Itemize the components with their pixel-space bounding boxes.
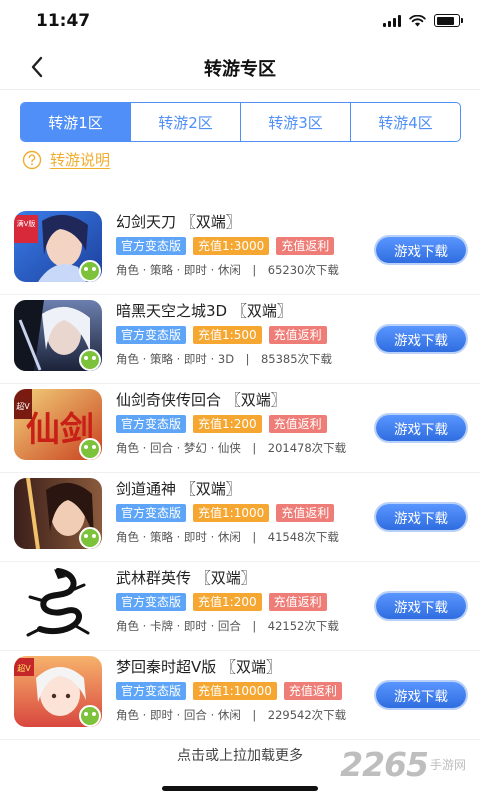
tab-zone-1[interactable]: 转游1区 [21,103,130,141]
tag-recharge-ratio: 充值1:200 [193,415,262,433]
game-icon: 超V [14,656,102,727]
game-name: 幻剑天刀 〖双端〗 [116,213,241,231]
game-item[interactable]: 超V 梦回秦时超V版 〖双端〗 官方变态版 充值1:10000 充值返利 角色 … [0,651,480,740]
game-meta: 角色 · 策略 · 即时 · 休闲 | 65230次下载 [116,263,339,277]
game-meta: 角色 · 即时 · 回合 · 休闲 | 229542次下载 [116,708,347,722]
tag-rebate: 充值返利 [283,682,342,700]
tag-rebate: 充值返利 [276,504,335,522]
game-item[interactable]: 武林群英传 〖双端〗 官方变态版 充值1:200 充值返利 角色 · 卡牌 · … [0,562,480,651]
tag-version: 官方变态版 [116,237,187,255]
nav-bar: 转游专区 [0,44,480,90]
transfer-help-link[interactable]: 转游说明 [22,149,110,170]
game-tags: 官方变态版 充值1:200 充值返利 [116,415,327,433]
tag-recharge-ratio: 充值1:10000 [193,682,277,700]
game-icon [14,300,102,371]
tag-recharge-ratio: 充值1:200 [193,593,262,611]
download-button[interactable]: 游戏下载 [376,237,466,263]
icon-badge-text: 超V [17,663,31,673]
icon-badge-text: 满V版 [17,219,36,228]
tag-rebate: 充值返利 [268,415,327,433]
game-icon [14,478,102,549]
tab-zone-2[interactable]: 转游2区 [130,103,240,141]
game-name: 武林群英传 〖双端〗 [116,569,256,587]
wifi-icon [409,14,426,26]
tag-recharge-ratio: 充值1:3000 [193,237,270,255]
game-tags: 官方变态版 充值1:10000 充值返利 [116,682,342,700]
download-button[interactable]: 游戏下载 [376,593,466,619]
game-name: 剑道通神 〖双端〗 [116,480,241,498]
download-button[interactable]: 游戏下载 [376,682,466,708]
battery-icon [434,14,463,27]
site-watermark: 2265 手游网 [340,745,466,784]
game-tags: 官方变态版 充值1:3000 充值返利 [116,237,335,255]
game-tags: 官方变态版 充值1:200 充值返利 [116,593,327,611]
game-meta: 角色 · 策略 · 即时 · 休闲 | 41548次下载 [116,530,339,544]
watermark-number: 2265 [340,745,429,784]
cellular-signal-icon [383,14,401,27]
game-meta: 角色 · 回合 · 梦幻 · 仙侠 | 201478次下载 [116,441,347,455]
download-button[interactable]: 游戏下载 [376,326,466,352]
tag-rebate: 充值返利 [276,237,335,255]
game-icon: 满V版 [14,211,102,282]
game-name: 梦回秦时超V版 〖双端〗 [116,658,282,676]
zone-tabs: 转游1区 转游2区 转游3区 转游4区 [20,102,461,142]
status-icons [383,14,463,27]
game-meta: 角色 · 卡牌 · 即时 · 回合 | 42152次下载 [116,619,339,633]
tag-version: 官方变态版 [116,326,187,344]
game-item[interactable]: 满V版 幻剑天刀 〖双端〗 官方变态版 充值1:3000 充值返利 角色 · 策… [0,206,480,295]
status-time: 11:47 [36,11,91,31]
game-tags: 官方变态版 充值1:500 充值返利 [116,326,327,344]
tag-version: 官方变态版 [116,593,187,611]
watermark-suffix: 手游网 [429,758,466,772]
question-circle-icon [22,150,42,169]
tag-version: 官方变态版 [116,415,187,433]
tag-recharge-ratio: 充值1:500 [193,326,262,344]
game-list: 满V版 幻剑天刀 〖双端〗 官方变态版 充值1:3000 充值返利 角色 · 策… [0,206,480,740]
tag-rebate: 充值返利 [268,593,327,611]
game-icon: 仙剑 超V [14,389,102,460]
game-item[interactable]: 仙剑 超V 仙剑奇侠传回合 〖双端〗 官方变态版 充值1:200 充值返利 角色… [0,384,480,473]
battery-level [436,16,455,25]
game-item[interactable]: 暗黑天空之城3D 〖双端〗 官方变态版 充值1:500 充值返利 角色 · 策略… [0,295,480,384]
icon-badge-text: 超V [16,401,30,411]
download-button[interactable]: 游戏下载 [376,415,466,441]
transfer-help-label: 转游说明 [50,151,111,169]
tag-recharge-ratio: 充值1:1000 [193,504,270,522]
home-indicator [162,786,318,791]
tag-version: 官方变态版 [116,682,187,700]
game-item[interactable]: 剑道通神 〖双端〗 官方变态版 充值1:1000 充值返利 角色 · 策略 · … [0,473,480,562]
status-bar: 11:47 [0,0,480,44]
tab-zone-3[interactable]: 转游3区 [240,103,350,141]
tag-version: 官方变态版 [116,504,187,522]
game-meta: 角色 · 策略 · 即时 · 3D | 85385次下载 [116,352,333,366]
page-title: 转游专区 [204,59,276,80]
tab-zone-4[interactable]: 转游4区 [350,103,460,141]
tag-rebate: 充值返利 [268,326,327,344]
game-name: 暗黑天空之城3D 〖双端〗 [116,302,292,320]
game-icon [14,567,102,638]
game-name: 仙剑奇侠传回合 〖双端〗 [116,391,286,409]
game-tags: 官方变态版 充值1:1000 充值返利 [116,504,335,522]
download-button[interactable]: 游戏下载 [376,504,466,530]
